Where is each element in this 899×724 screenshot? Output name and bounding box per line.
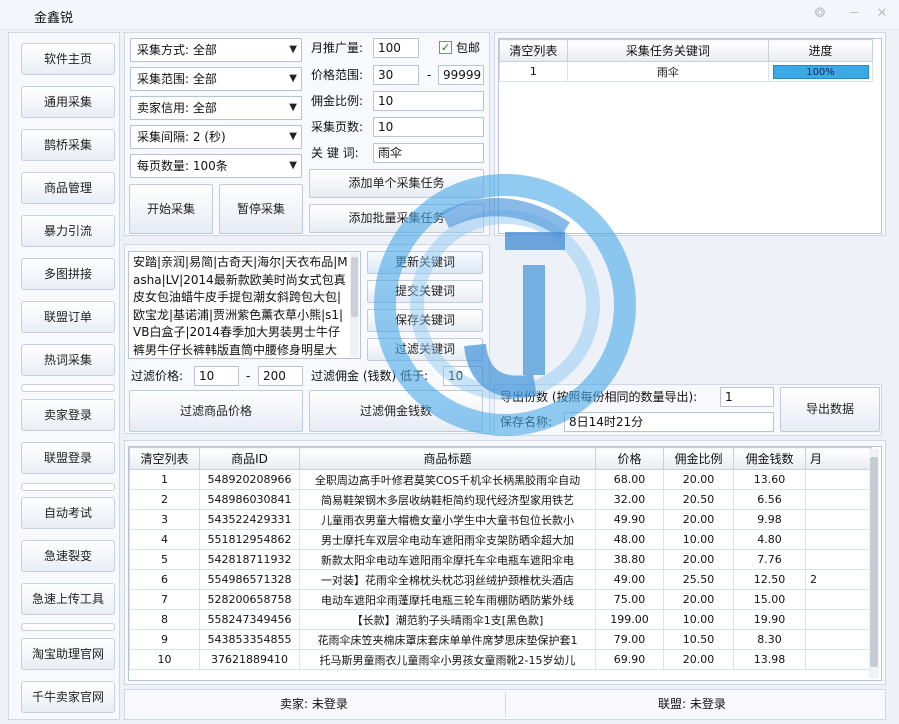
product-scrollbar[interactable] xyxy=(869,449,879,678)
commission-input[interactable]: 10 xyxy=(373,91,484,111)
filter-price-button[interactable]: 过滤商品价格 xyxy=(129,390,303,432)
export-count-label: 导出份数 (按照每份相同的数量导出): xyxy=(500,390,698,404)
table-row[interactable]: 6 554986571328 一对装】花雨伞全棉枕头枕芯羽丝绒护颈椎枕头酒店 49.0… xyxy=(129,569,872,590)
table-row[interactable]: 10 37621889410 托马斯男童雨衣儿童雨伞小男孩女童雨靴2-15岁幼儿 69… xyxy=(129,649,872,670)
table-row[interactable]: 1 雨伞 100% xyxy=(499,61,873,82)
task-table: 清空列表 采集任务关键词 进度 1 雨伞 100% xyxy=(498,38,882,234)
task-keyword-header: 采集任务关键词 xyxy=(566,39,770,62)
alliance-status: 联盟: 未登录 xyxy=(658,697,726,711)
filter-price-label: 过滤价格: xyxy=(131,369,184,383)
table-row[interactable]: 1 548920208966 全职周边高手叶修君莫笑COS千机伞长柄黑胶雨伞自动 68… xyxy=(129,469,872,490)
product-table: 清空列表 商品ID 商品标题 价格 佣金比例 佣金钱数 月 1 548920208… xyxy=(128,446,882,681)
refresh-keywords-button[interactable]: 更新关键词 xyxy=(367,251,483,274)
sidebar-separator xyxy=(21,483,115,491)
title-bar: 金鑫锐 ❂ ─ ✕ xyxy=(0,0,899,30)
collect-interval-select[interactable]: 采集间隔: 2 (秒) ▼ xyxy=(130,125,302,149)
commission-label: 佣金比例: xyxy=(311,94,364,108)
table-row[interactable]: 2 548986030841 简易鞋架钢木多层收纳鞋柜简约现代经济型家用铁艺 32.0… xyxy=(129,489,872,510)
monthly-label: 月推广量: xyxy=(311,41,364,55)
chevron-down-icon: ▼ xyxy=(289,102,297,113)
filter-commission-input[interactable]: 10 xyxy=(443,366,483,386)
sidebar-item-auto-exam[interactable]: 自动考试 xyxy=(21,497,115,529)
add-batch-task-button[interactable]: 添加批量采集任务 xyxy=(309,204,484,233)
sidebar-item-alliance-orders[interactable]: 联盟订单 xyxy=(21,301,115,333)
product-commission-rate-header[interactable]: 佣金比例 xyxy=(663,447,734,470)
price-min-input[interactable]: 30 xyxy=(373,65,419,85)
export-name-input[interactable]: 8日14时21分 xyxy=(564,412,774,432)
price-max-input[interactable]: 99999 xyxy=(438,65,484,85)
task-clear-header[interactable]: 清空列表 xyxy=(499,39,568,62)
product-commission-amount-header[interactable]: 佣金钱数 xyxy=(733,447,806,470)
keyword-scrollbar[interactable] xyxy=(350,253,359,357)
sidebar-item-product-manage[interactable]: 商品管理 xyxy=(21,172,115,204)
seller-status: 卖家: 未登录 xyxy=(280,697,348,711)
sidebar-item-home[interactable]: 软件主页 xyxy=(21,43,115,75)
sidebar-item-hot-words[interactable]: 热词采集 xyxy=(21,344,115,376)
product-id-header[interactable]: 商品ID xyxy=(199,447,300,470)
collect-method-select[interactable]: 采集方式: 全部 ▼ xyxy=(130,38,302,62)
sidebar-separator xyxy=(21,623,115,631)
collect-range-select[interactable]: 采集范围: 全部 ▼ xyxy=(130,67,302,91)
keyword-input[interactable]: 雨伞 xyxy=(373,143,484,163)
sidebar-item-fast-upload[interactable]: 急速上传工具 xyxy=(21,583,115,615)
sidebar-item-taobao-assistant[interactable]: 淘宝助理官网 xyxy=(21,638,115,670)
product-monthly-header[interactable]: 月 xyxy=(805,447,872,470)
price-range-label: 价格范围: xyxy=(311,68,364,82)
export-data-button[interactable]: 导出数据 xyxy=(780,387,880,432)
app-title: 金鑫锐 xyxy=(34,11,74,26)
pages-label: 采集页数: xyxy=(311,120,364,134)
per-page-select[interactable]: 每页数量: 100条 ▼ xyxy=(130,154,302,178)
table-row[interactable]: 4 551812954862 男士摩托车双层伞电动车遮阳雨伞支架防晒伞超大加 48.0… xyxy=(129,529,872,550)
sidebar-item-alliance-login[interactable]: 联盟登录 xyxy=(21,442,115,474)
chevron-down-icon: ▼ xyxy=(289,44,297,55)
sidebar-item-fast-fission[interactable]: 急速裂变 xyxy=(21,540,115,572)
pause-collect-button[interactable]: 暂停采集 xyxy=(219,184,303,234)
progress-bar: 100% xyxy=(772,64,869,79)
sidebar-item-qianniu[interactable]: 千牛卖家官网 xyxy=(21,681,115,713)
sidebar-item-image-stitch[interactable]: 多图拼接 xyxy=(21,258,115,290)
minimize-icon[interactable]: ─ xyxy=(846,6,862,22)
save-keywords-button[interactable]: 保存关键词 xyxy=(367,309,483,332)
product-price-header[interactable]: 价格 xyxy=(595,447,664,470)
export-count-input[interactable]: 1 xyxy=(720,387,774,407)
product-title-header[interactable]: 商品标题 xyxy=(299,447,596,470)
sidebar: 软件主页 通用采集 鹊桥采集 商品管理 暴力引流 多图拼接 联盟订单 热词采集 … xyxy=(8,32,120,720)
product-clear-header[interactable]: 清空列表 xyxy=(129,447,200,470)
table-row[interactable]: 3 543522429331 儿童雨衣男童大帽檐女童小学生中大童书包位长款小 49.9… xyxy=(129,509,872,530)
add-single-task-button[interactable]: 添加单个采集任务 xyxy=(309,169,484,198)
chevron-down-icon: ▼ xyxy=(289,73,297,84)
submit-keywords-button[interactable]: 提交关键词 xyxy=(367,280,483,303)
sidebar-item-general-collect[interactable]: 通用采集 xyxy=(21,86,115,118)
sidebar-item-traffic[interactable]: 暴力引流 xyxy=(21,215,115,247)
filter-price-min-input[interactable]: 10 xyxy=(194,366,239,386)
keyword-textarea[interactable]: 安踏|亲润|易简|古奇天|海尔|天衣布品|Masha|LV|2014最新款欧美时… xyxy=(128,251,361,359)
shirt-icon[interactable]: ❂ xyxy=(812,6,828,22)
keyword-label: 关 键 词: xyxy=(311,146,359,160)
postage-label: 包邮 xyxy=(456,41,481,55)
filter-keywords-button[interactable]: 过滤关键词 xyxy=(367,338,483,361)
close-icon[interactable]: ✕ xyxy=(874,6,890,22)
sidebar-item-seller-login[interactable]: 卖家登录 xyxy=(21,399,115,431)
task-progress-header: 进度 xyxy=(768,39,873,62)
price-sep: - xyxy=(427,68,432,82)
chevron-down-icon: ▼ xyxy=(289,131,297,142)
filter-price-sep: - xyxy=(246,369,251,383)
seller-credit-select[interactable]: 卖家信用: 全部 ▼ xyxy=(130,96,302,120)
filter-commission-label: 过滤佣金 (钱数) 低于: xyxy=(311,369,429,383)
postage-checkbox[interactable]: ✓ xyxy=(439,41,452,54)
table-row[interactable]: 9 543853354855 花雨伞床笠夹棉床罩床套床单单件席梦思床垫保护套1 79.… xyxy=(129,629,872,650)
chevron-down-icon: ▼ xyxy=(289,160,297,171)
table-row[interactable]: 5 542818711932 新款太阳伞电动车遮阳雨伞摩托车伞电瓶车遮阳伞电 38.8… xyxy=(129,549,872,570)
filter-price-max-input[interactable]: 200 xyxy=(258,366,303,386)
export-name-label: 保存名称: xyxy=(500,415,553,429)
status-divider xyxy=(505,692,506,717)
table-row[interactable]: 8 558247349456 【长款】潮范豹子头晴雨伞1支[黑色款] 199.00 10… xyxy=(129,609,872,630)
sidebar-item-bridge-collect[interactable]: 鹊桥采集 xyxy=(21,129,115,161)
monthly-input[interactable]: 100 xyxy=(373,38,419,58)
table-row[interactable]: 7 528200658758 电动车遮阳伞雨蓬摩托电瓶三轮车雨棚防晒防紫外线 75.0… xyxy=(129,589,872,610)
sidebar-separator xyxy=(21,384,115,392)
start-collect-button[interactable]: 开始采集 xyxy=(129,184,213,234)
pages-input[interactable]: 10 xyxy=(373,117,484,137)
filter-commission-button[interactable]: 过滤佣金钱数 xyxy=(309,390,483,432)
